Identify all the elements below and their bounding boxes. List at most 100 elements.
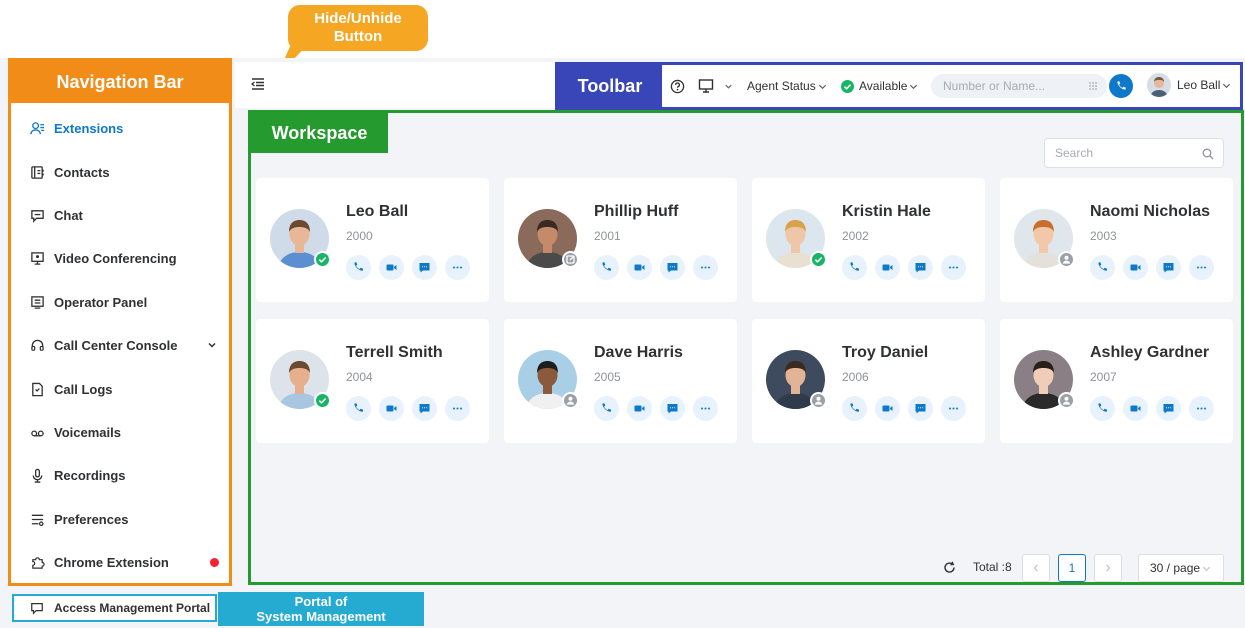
nav-item-call-logs[interactable]: Call Logs xyxy=(11,367,229,410)
phone-icon xyxy=(1117,81,1126,90)
microphone-icon xyxy=(29,468,45,484)
call-button[interactable] xyxy=(594,255,619,280)
nav-label-call-center-console: Call Center Console xyxy=(54,338,178,354)
extension-card[interactable]: Leo Ball 2000 xyxy=(256,178,489,302)
message-icon xyxy=(667,404,678,414)
video-call-button[interactable] xyxy=(379,255,404,280)
phone-icon xyxy=(850,403,860,412)
message-button[interactable] xyxy=(908,255,933,280)
refresh-icon[interactable] xyxy=(943,561,956,574)
extension-card[interactable]: Kristin Hale 2002 xyxy=(752,178,985,302)
nav-item-video-conferencing[interactable]: Video Conferencing xyxy=(11,237,229,280)
chevron-right-icon xyxy=(1106,564,1111,572)
chevron-down-icon[interactable] xyxy=(207,340,217,350)
more-icon xyxy=(949,407,958,410)
message-icon xyxy=(915,263,926,273)
extension-name: Naomi Nicholas xyxy=(1090,203,1211,220)
available-status-icon xyxy=(314,392,331,409)
user-menu[interactable]: Leo Ball xyxy=(1177,78,1231,92)
more-button[interactable] xyxy=(693,255,718,280)
monitor-icon[interactable] xyxy=(698,78,714,94)
video-camera-icon xyxy=(634,405,645,412)
portal-of-system-management-label: Portal of System Management xyxy=(218,592,424,626)
nav-label-call-logs: Call Logs xyxy=(54,381,113,397)
message-button[interactable] xyxy=(1156,255,1181,280)
extension-card[interactable]: Dave Harris 2005 xyxy=(504,319,737,443)
nav-item-recordings[interactable]: Recordings xyxy=(11,454,229,497)
more-button[interactable] xyxy=(941,396,966,421)
more-button[interactable] xyxy=(1189,255,1214,280)
more-button[interactable] xyxy=(941,255,966,280)
nav-item-contacts[interactable]: Contacts xyxy=(11,150,229,193)
message-button[interactable] xyxy=(412,396,437,421)
nav-item-voicemails[interactable]: Voicemails xyxy=(11,411,229,454)
dialpad-icon[interactable] xyxy=(1088,81,1098,91)
call-button[interactable] xyxy=(1090,396,1115,421)
call-button[interactable] xyxy=(1109,74,1133,98)
video-call-button[interactable] xyxy=(627,255,652,280)
extension-card[interactable]: Terrell Smith 2004 xyxy=(256,319,489,443)
chevron-down-icon[interactable] xyxy=(724,82,733,91)
more-icon xyxy=(701,407,710,410)
nav-item-operator-panel[interactable]: Operator Panel xyxy=(11,281,229,324)
more-icon xyxy=(1197,407,1206,410)
access-management-portal-link[interactable]: Access Management Portal xyxy=(12,594,217,622)
extension-actions xyxy=(346,255,470,280)
message-button[interactable] xyxy=(660,396,685,421)
video-call-button[interactable] xyxy=(1123,396,1148,421)
video-call-button[interactable] xyxy=(875,396,900,421)
more-button[interactable] xyxy=(445,396,470,421)
available-status-icon xyxy=(314,251,331,268)
more-button[interactable] xyxy=(1189,396,1214,421)
video-camera-icon xyxy=(386,405,397,412)
extension-card[interactable]: Ashley Gardner 2007 xyxy=(1000,319,1233,443)
nav-item-preferences[interactable]: Preferences xyxy=(11,498,229,541)
more-button[interactable] xyxy=(693,396,718,421)
message-button[interactable] xyxy=(412,255,437,280)
availability-dropdown[interactable]: Available xyxy=(859,79,918,93)
extension-card[interactable]: Phillip Huff 2001 xyxy=(504,178,737,302)
offline-status-icon xyxy=(1058,251,1075,268)
user-name-label: Leo Ball xyxy=(1177,78,1221,92)
more-icon xyxy=(1197,266,1206,269)
video-call-button[interactable] xyxy=(1123,255,1148,280)
nav-item-extensions[interactable]: Extensions xyxy=(11,107,229,150)
video-call-button[interactable] xyxy=(379,396,404,421)
extension-card[interactable]: Naomi Nicholas 2003 xyxy=(1000,178,1233,302)
more-button[interactable] xyxy=(445,255,470,280)
chat-icon xyxy=(29,207,45,223)
puzzle-icon xyxy=(29,555,45,571)
nav-item-call-center-console[interactable]: Call Center Console xyxy=(11,324,229,367)
nav-item-chat[interactable]: Chat xyxy=(11,194,229,237)
navigation-bar: Navigation Bar Extensions Contacts Chat … xyxy=(8,58,232,586)
menu-collapse-icon[interactable] xyxy=(250,76,266,92)
agent-status-dropdown[interactable]: Agent Status xyxy=(747,79,827,93)
message-button[interactable] xyxy=(1156,396,1181,421)
preferences-icon xyxy=(29,511,45,527)
dial-number-input[interactable] xyxy=(931,74,1107,98)
call-button[interactable] xyxy=(842,255,867,280)
nav-list: Extensions Contacts Chat Video Conferenc… xyxy=(11,103,229,584)
page-1-button[interactable]: 1 xyxy=(1058,554,1086,582)
external-status-icon xyxy=(562,251,579,268)
video-camera-icon xyxy=(1130,264,1141,271)
nav-item-chrome-extension[interactable]: Chrome Extension xyxy=(11,541,229,584)
search-icon[interactable] xyxy=(1202,148,1214,160)
voicemail-icon xyxy=(29,424,45,440)
extension-card[interactable]: Troy Daniel 2006 xyxy=(752,319,985,443)
help-icon[interactable] xyxy=(670,79,685,94)
call-button[interactable] xyxy=(1090,255,1115,280)
call-button[interactable] xyxy=(346,255,371,280)
search-input[interactable]: Search xyxy=(1044,138,1224,168)
next-page-button[interactable] xyxy=(1094,554,1122,582)
video-call-button[interactable] xyxy=(875,255,900,280)
call-button[interactable] xyxy=(594,396,619,421)
call-button[interactable] xyxy=(346,396,371,421)
call-button[interactable] xyxy=(842,396,867,421)
page-size-select[interactable]: 30 / page xyxy=(1138,554,1224,582)
prev-page-button[interactable] xyxy=(1022,554,1050,582)
message-button[interactable] xyxy=(660,255,685,280)
message-button[interactable] xyxy=(908,396,933,421)
user-avatar[interactable] xyxy=(1147,73,1171,97)
video-call-button[interactable] xyxy=(627,396,652,421)
